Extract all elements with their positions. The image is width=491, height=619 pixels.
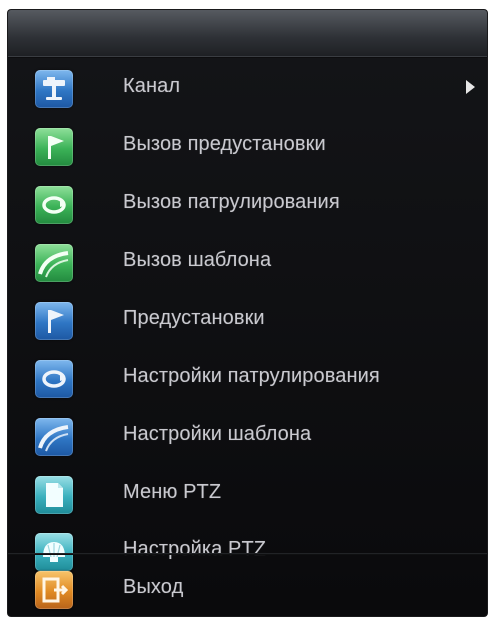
menu-item-channel[interactable]: Канал — [8, 61, 487, 117]
menu-divider — [8, 553, 487, 555]
menu-item-label: Вызов шаблона — [123, 249, 272, 271]
menu-item-label: Меню PTZ — [123, 481, 222, 503]
menu-item-exit-label: Выход — [123, 576, 184, 598]
context-menu: Канал Вызов предустановки Вызов патрулир… — [8, 10, 487, 616]
flag-icon — [35, 128, 73, 166]
menu-item-label: Настройки патрулирования — [123, 365, 380, 387]
menu-item-pattern-settings[interactable]: Настройки шаблона — [8, 409, 487, 465]
curve-icon — [35, 244, 73, 282]
menu-item-patrol-settings[interactable]: Настройки патрулирования — [8, 351, 487, 407]
exit-door-icon — [35, 571, 73, 609]
channel-camera-icon — [35, 70, 73, 108]
curve-icon — [35, 418, 73, 456]
menu-item-presets[interactable]: Предустановки — [8, 293, 487, 349]
menu-item-label: Настройка PTZ — [123, 538, 267, 560]
cycle-icon — [35, 186, 73, 224]
menu-item-label: Настройки шаблона — [123, 423, 312, 445]
document-icon — [35, 476, 73, 514]
flag-icon — [35, 302, 73, 340]
menu-item-call-patrol[interactable]: Вызов патрулирования — [8, 177, 487, 233]
menu-item-label: Предустановки — [123, 307, 265, 329]
menu-item-label: Вызов предустановки — [123, 133, 326, 155]
cycle-icon — [35, 360, 73, 398]
menu-item-label: Канал — [123, 75, 181, 97]
menu-item-call-pattern[interactable]: Вызов шаблона — [8, 235, 487, 291]
menu-item-exit[interactable]: Выход — [8, 562, 487, 616]
menu-header-bar — [8, 10, 487, 57]
menu-item-ptz-menu[interactable]: Меню PTZ — [8, 467, 487, 523]
menu-item-call-preset[interactable]: Вызов предустановки — [8, 119, 487, 175]
menu-item-label: Вызов патрулирования — [123, 191, 340, 213]
submenu-arrow-icon — [466, 80, 475, 94]
